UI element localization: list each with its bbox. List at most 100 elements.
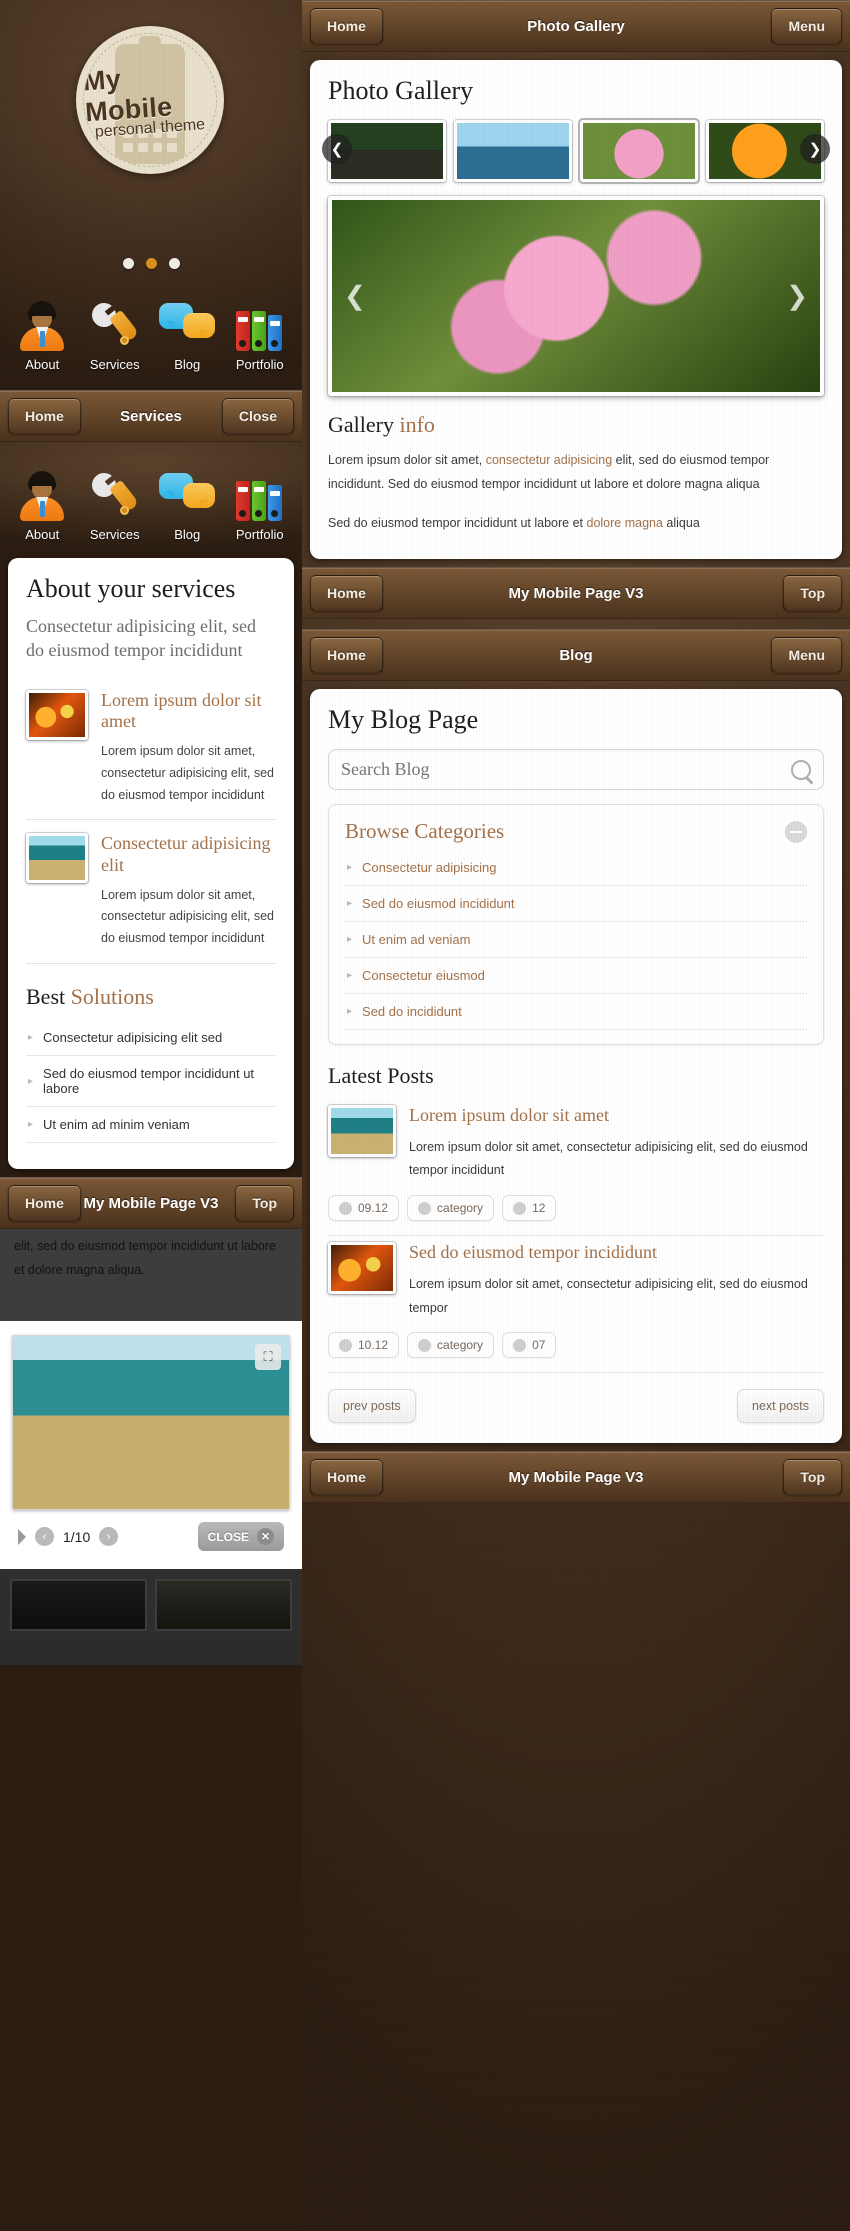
icon-menu-item-about[interactable]: About <box>6 293 79 372</box>
chevron-right-icon: ▸ <box>347 934 353 946</box>
icon-menu-item-blog[interactable]: Blog <box>151 463 224 542</box>
icon-label: Portfolio <box>235 357 284 372</box>
search-input[interactable] <box>341 759 791 781</box>
expand-icon[interactable]: ⛶ <box>255 1344 281 1371</box>
home-button[interactable]: Home <box>310 8 383 44</box>
date-badge[interactable]: 09.12 <box>328 1195 400 1222</box>
list-item[interactable]: ▸ Sed do eiusmod tempor incididunt ut lab… <box>26 1056 276 1108</box>
next-icon[interactable]: › <box>99 1527 119 1547</box>
post-excerpt: Lorem ipsum dolor sit amet, consectetur … <box>409 1276 808 1315</box>
list-item[interactable]: ▸ Sed do incididunt <box>345 994 807 1031</box>
heading-plain: Best <box>26 984 71 1010</box>
post-title: Sed do eiusmod tempor incididunt <box>409 1242 657 1263</box>
logo-badge: My Mobile personal theme <box>70 20 230 180</box>
list-item[interactable]: ▸ Ut enim ad minim veniam <box>26 1107 276 1144</box>
wrench-icon <box>89 469 141 521</box>
post-item[interactable]: Lorem ipsum dolor sit amet Lorem ipsum d… <box>328 1099 824 1183</box>
chevron-right-icon[interactable]: ❯ <box>800 134 830 164</box>
next-posts-button[interactable]: next posts <box>737 1389 824 1424</box>
comments-badge[interactable]: 07 <box>502 1332 557 1359</box>
dot-1[interactable] <box>122 258 134 269</box>
binders-icon <box>234 301 286 351</box>
post-excerpt: Lorem ipsum dolor sit amet, consectetur … <box>409 1139 808 1178</box>
list-item[interactable]: ▸ Consectetur adipisicing elit sed <box>26 1020 276 1057</box>
page-title: About your services <box>26 574 236 603</box>
list-item[interactable]: ▸ Consectetur adipisicing <box>345 850 807 887</box>
top-button[interactable]: Top <box>783 1459 842 1496</box>
list-item[interactable]: Consectetur adipisicing elit Lorem ipsum… <box>26 820 276 965</box>
list-item[interactable]: ▸ Ut enim ad veniam <box>345 922 807 959</box>
latest-posts-heading: Latest Posts <box>328 1063 434 1089</box>
page-title: Photo Gallery <box>328 76 474 105</box>
home-button[interactable]: Home <box>8 1185 81 1222</box>
menu-button[interactable]: Menu <box>771 637 842 674</box>
home-button[interactable]: Home <box>8 398 81 434</box>
comment-icon <box>513 1338 527 1352</box>
heading-accent: info <box>399 412 435 437</box>
section-heading: Gallery info <box>328 412 824 438</box>
categories-title: Browse Categories <box>345 819 505 844</box>
icon-menu-item-services[interactable]: Services <box>79 463 152 542</box>
hero-pagination-dots[interactable] <box>0 258 302 269</box>
icon-label: Services <box>89 527 140 542</box>
icon-menu-item-services[interactable]: Services <box>79 293 152 372</box>
binders-icon <box>234 471 286 521</box>
search-icon[interactable] <box>791 759 811 780</box>
category-label: category <box>437 1201 484 1216</box>
comments-badge[interactable]: 12 <box>502 1195 557 1222</box>
post-meta-tags: 09.12 category 12 <box>328 1183 824 1237</box>
icon-label: Services <box>89 357 140 372</box>
dot-2-active[interactable] <box>145 258 157 269</box>
icon-label: About <box>25 527 60 542</box>
inline-link[interactable]: dolore magna <box>587 516 663 530</box>
section-heading: Best Solutions <box>26 984 276 1010</box>
solutions-list: ▸ Consectetur adipisicing elit sed ▸ Sed d… <box>26 1020 276 1144</box>
minus-icon[interactable] <box>785 820 807 843</box>
icon-menu-item-blog[interactable]: Blog <box>151 293 224 372</box>
chevron-right-icon: ▸ <box>347 862 353 874</box>
icon-label: Blog <box>174 357 201 372</box>
thumbnail[interactable] <box>10 1579 147 1632</box>
list-item[interactable]: Lorem ipsum dolor sit amet Lorem ipsum d… <box>26 677 276 821</box>
comment-icon <box>513 1201 527 1215</box>
categories-list: ▸ Consectetur adipisicing ▸ Sed do eiusmod… <box>345 850 807 1031</box>
thumbnail[interactable] <box>155 1579 292 1632</box>
coast-thumb <box>328 1105 396 1158</box>
sailboat-thumb[interactable] <box>454 120 572 182</box>
date-label: 10.12 <box>358 1338 389 1353</box>
pink-flowers-thumb[interactable] <box>578 118 700 184</box>
top-button[interactable]: Top <box>783 575 842 612</box>
post-item[interactable]: Sed do eiusmod tempor incididunt Lorem i… <box>328 1236 824 1320</box>
date-badge[interactable]: 10.12 <box>328 1332 400 1359</box>
menu-button[interactable]: Menu <box>771 8 842 44</box>
category-label: category <box>437 1338 484 1353</box>
icon-menu-item-portfolio[interactable]: Portfolio <box>224 293 297 372</box>
top-button[interactable]: Top <box>235 1185 294 1222</box>
category-badge[interactable]: category <box>407 1332 495 1359</box>
prev-icon[interactable]: ‹ <box>35 1527 54 1547</box>
close-button[interactable]: Close <box>221 398 294 434</box>
right-column: Home Photo Gallery Menu Photo Gallery ❮ … <box>302 0 850 2231</box>
list-item[interactable]: ▸ Sed do eiusmod incididunt <box>345 886 807 923</box>
search-box[interactable] <box>328 749 824 791</box>
icon-menu-item-portfolio[interactable]: Portfolio <box>224 463 297 542</box>
prev-posts-button[interactable]: prev posts <box>328 1389 416 1424</box>
icon-menu-item-about[interactable]: About <box>6 463 79 542</box>
services-toolbar: Home Services Close <box>0 390 302 442</box>
chevron-right-icon: ▸ <box>347 898 353 910</box>
next-image-icon[interactable]: ❯ <box>786 281 808 312</box>
home-button[interactable]: Home <box>310 575 383 612</box>
dot-3[interactable] <box>168 258 180 269</box>
hero-panel: My Mobile personal theme About Services … <box>0 0 302 390</box>
play-icon[interactable] <box>18 1528 26 1545</box>
comments-label: 12 <box>532 1201 546 1216</box>
category-label: Consectetur eiusmod <box>362 968 485 984</box>
category-badge[interactable]: category <box>407 1195 495 1222</box>
list-item[interactable]: ▸ Consectetur eiusmod <box>345 958 807 995</box>
prev-image-icon[interactable]: ❮ <box>344 281 366 312</box>
home-button[interactable]: Home <box>310 637 383 674</box>
chevron-left-icon[interactable]: ❮ <box>322 134 352 164</box>
inline-link[interactable]: consectetur adipisicing <box>486 453 612 467</box>
home-button[interactable]: Home <box>310 1459 383 1496</box>
close-button[interactable]: CLOSE ✕ <box>197 1522 284 1552</box>
